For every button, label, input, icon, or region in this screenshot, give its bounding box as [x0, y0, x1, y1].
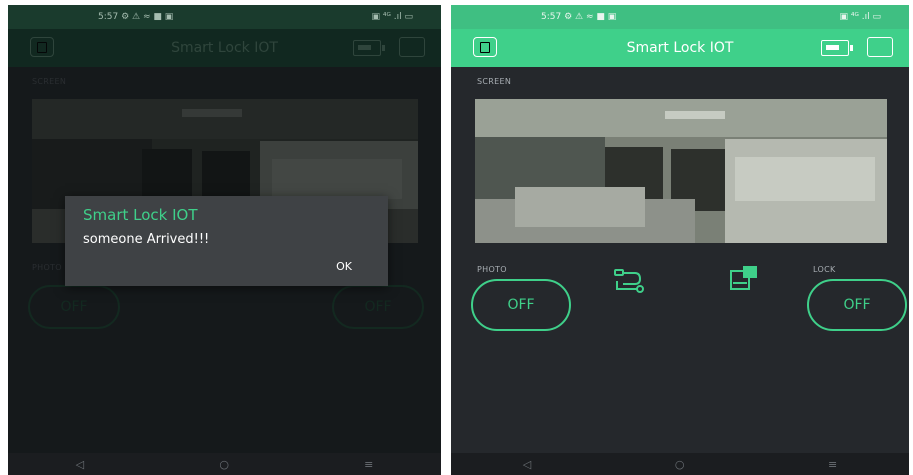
camera-image — [475, 99, 887, 243]
dashboard: SCREEN PHOTO LOCK OFF OFF — [451, 67, 909, 453]
lock-label: LOCK — [813, 265, 836, 274]
battery-icon[interactable] — [821, 40, 853, 56]
home-icon[interactable]: ○ — [675, 458, 685, 471]
nav-bar: ◁ ○ ≡ — [8, 453, 441, 475]
lock-off-button[interactable]: OFF — [807, 279, 907, 331]
screen-label: SCREEN — [477, 77, 512, 86]
phone-screen-left: 5:57 ⚙ ⚠ ≈ ■ ▣ ▣ ⁴ᴳ .ıl ▭ Smart Lock IOT… — [8, 5, 441, 475]
recents-icon[interactable]: ≡ — [364, 458, 373, 471]
status-bar: 5:57 ⚙ ⚠ ≈ ■ ▣ ▣ ⁴ᴳ .ıl ▭ — [451, 5, 909, 29]
back-icon[interactable]: ◁ — [76, 458, 84, 471]
menu-square-icon[interactable] — [867, 37, 893, 57]
status-time-and-icons: 5:57 ⚙ ⚠ ≈ ■ ▣ — [541, 12, 616, 22]
status-icons: ⚙ ⚠ ≈ ■ ▣ — [121, 12, 174, 22]
status-bar: 5:57 ⚙ ⚠ ≈ ■ ▣ ▣ ⁴ᴳ .ıl ▭ — [8, 5, 441, 29]
room-photo — [475, 99, 887, 243]
home-icon[interactable]: ○ — [219, 458, 229, 471]
route-icon[interactable] — [613, 267, 645, 293]
status-right-icons: ▣ ⁴ᴳ .ıl ▭ — [839, 12, 881, 22]
status-time: 5:57 — [98, 12, 119, 22]
phone-screen-right: 5:57 ⚙ ⚠ ≈ ■ ▣ ▣ ⁴ᴳ .ıl ▭ Smart Lock IOT… — [451, 5, 909, 475]
recents-icon[interactable]: ≡ — [828, 458, 837, 471]
status-right-icons: ▣ ⁴ᴳ .ıl ▭ — [371, 12, 413, 22]
nav-bar: ◁ ○ ≡ — [451, 453, 909, 475]
dialog-message: someone Arrived!!! — [83, 232, 210, 247]
photo-label: PHOTO — [477, 265, 507, 274]
dialog-title: Smart Lock IOT — [83, 206, 198, 224]
status-icons: ⚙ ⚠ ≈ ■ ▣ — [564, 12, 617, 22]
status-time-and-icons: 5:57 ⚙ ⚠ ≈ ■ ▣ — [98, 12, 173, 22]
back-icon[interactable]: ◁ — [523, 458, 531, 471]
status-time: 5:57 — [541, 12, 562, 22]
device-icon[interactable] — [473, 37, 497, 57]
photo-off-button[interactable]: OFF — [471, 279, 571, 331]
app-bar: Smart Lock IOT — [451, 29, 909, 67]
gallery-icon[interactable] — [729, 265, 761, 291]
alert-dialog: Smart Lock IOT someone Arrived!!! OK — [65, 196, 388, 286]
dialog-ok-button[interactable]: OK — [336, 260, 352, 273]
